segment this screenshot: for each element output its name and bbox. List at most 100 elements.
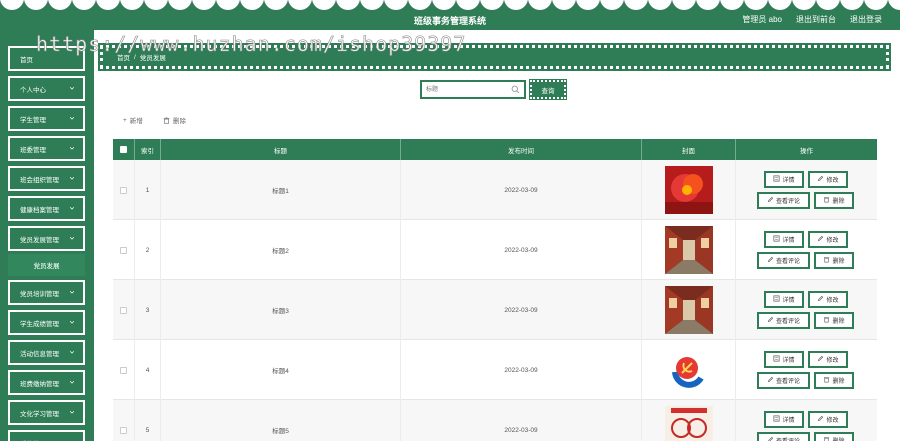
row-checkbox[interactable] [120,426,127,434]
detail-label: 详情 [782,238,795,244]
row-checkbox-cell [113,160,135,220]
row-checkbox[interactable] [120,306,127,314]
breadcrumb-home[interactable]: 首页 [117,52,130,62]
row-cover-cell [642,400,736,441]
breadcrumb-current: 党员发展 [139,55,166,62]
chevron-down-icon [69,349,75,355]
sidebar-item-label: 党员发展管理 [20,236,59,244]
row-delete-button[interactable]: 删除 [814,372,854,389]
scallop-decoration [552,0,576,10]
row-delete-button[interactable]: 删除 [814,192,854,209]
row-ops: 详情 修改查看评论 删除 [736,160,876,220]
add-button[interactable]: + 新增 [123,115,143,126]
trash-icon [823,256,830,265]
edit-button[interactable]: 修改 [808,291,848,308]
scallop-decoration [576,0,600,10]
breadcrumb-separator: / [134,53,136,61]
header-time: 发布时间 [401,139,642,160]
detail-button[interactable]: 详情 [764,291,804,308]
back-to-frontend-link[interactable]: 退出到前台 [796,14,836,25]
row-time: 2022-03-09 [401,160,642,220]
header-scallop-border [0,0,900,12]
sidebar-item[interactable]: 学生管理 [8,106,85,131]
scallop-decoration [48,0,72,10]
table-row[interactable]: 2 标题2 2022-03-09 详情 修改 查看评论 删除 [113,220,877,280]
sidebar-item[interactable]: 活动信息管理 [8,340,85,365]
edit-label: 修改 [826,178,839,184]
delete-label: 删除 [832,436,844,441]
row-checkbox[interactable] [120,366,127,374]
trash-icon [823,436,830,441]
scallop-decoration [528,0,552,10]
batch-delete-button[interactable]: 删除 [163,115,186,125]
logout-link[interactable]: 退出登录 [850,14,882,25]
row-checkbox[interactable] [120,246,127,254]
row-index: 3 [135,280,161,340]
scallop-decoration [768,0,792,10]
detail-button[interactable]: 详情 [764,351,804,368]
search-input[interactable] [426,84,512,95]
scallop-decoration [192,0,216,10]
table-row[interactable]: 5标题52022-03-09 详情 修改查看评论 删除 [113,400,877,441]
detail-icon [773,235,780,244]
detail-button[interactable]: 详情 [764,231,804,248]
edit-button[interactable]: 修改 [808,411,848,428]
sidebar-item[interactable]: 班委管理 [8,136,85,161]
row-checkbox[interactable] [120,186,127,194]
row-cover-cell [642,220,736,280]
view-comments-button[interactable]: 查看评论 [757,372,810,389]
detail-button[interactable]: 详情 [764,171,804,188]
scallop-decoration [72,0,96,10]
view-comments-button[interactable]: 查看评论 [757,432,810,441]
comments-label: 查看评论 [775,379,800,385]
row-title: 标题5 [161,400,401,441]
query-button[interactable]: 查询 [529,79,567,100]
select-all-checkbox[interactable] [120,146,127,153]
search-icon [511,85,520,94]
header-links: 管理员 abo 退出到前台 退出登录 [742,14,882,25]
scallop-decoration [264,0,288,10]
sidebar-item-label: 系统管理 [20,438,46,441]
delete-label: 删除 [832,259,845,265]
sidebar-item[interactable]: 班会组织管理 [8,166,85,191]
trash-icon [823,196,830,205]
row-delete-button[interactable]: 删除 [814,432,854,441]
row-delete-button[interactable]: 删除 [814,252,854,269]
view-comments-button[interactable]: 查看评论 [757,312,810,329]
sidebar-item[interactable]: 党员培训管理 [8,280,85,305]
trash-icon [823,376,830,385]
scallop-decoration [288,0,312,10]
sidebar-item[interactable]: 文化学习管理 [8,400,85,425]
comments-label: 查看评论 [776,436,800,441]
view-comments-button[interactable]: 查看评论 [757,192,810,209]
edit-button[interactable]: 修改 [808,351,848,368]
sidebar-item[interactable]: 健康档案管理 [8,196,85,221]
sidebar-item[interactable]: 个人中心 [8,76,85,101]
sidebar-item[interactable]: 班费缴纳管理 [8,370,85,395]
detail-button[interactable]: 详情 [764,411,804,428]
admin-user-link[interactable]: 管理员 abo [742,14,782,25]
row-index: 5 [135,400,161,441]
view-comments-button[interactable]: 查看评论 [757,252,810,269]
table-row[interactable]: 1 标题1 2022-03-09 详情 修改 查看评论 删除 [113,160,877,220]
edit-button[interactable]: 修改 [808,231,848,248]
table-row[interactable]: 4 标题4 2022-03-09 详情 修改 查看评论 删除 [113,340,877,400]
chevron-down-icon [69,115,75,121]
add-button-label: 新增 [129,118,143,125]
sidebar-item[interactable]: 学生成绩管理 [8,310,85,335]
sidebar-subitem[interactable]: 党员发展 [8,254,85,276]
cover-image [664,226,713,274]
sidebar-item[interactable]: 系统管理 [8,430,85,441]
scallop-decoration [0,0,24,10]
table-row[interactable]: 3 标题3 2022-03-09 详情 修改 查看评论 删除 [113,280,877,340]
edit-button[interactable]: 修改 [808,171,848,188]
row-delete-button[interactable]: 删除 [814,312,854,329]
chevron-down-icon [69,145,75,151]
header-checkbox-cell [113,139,135,160]
scallop-decoration [744,0,768,10]
sidebar-item[interactable]: 党员发展管理 [8,226,85,251]
detail-label: 详情 [782,298,795,304]
sidebar-item[interactable]: 首页 [8,46,85,71]
chevron-down-icon [69,85,75,91]
row-time: 2022-03-09 [401,340,642,400]
